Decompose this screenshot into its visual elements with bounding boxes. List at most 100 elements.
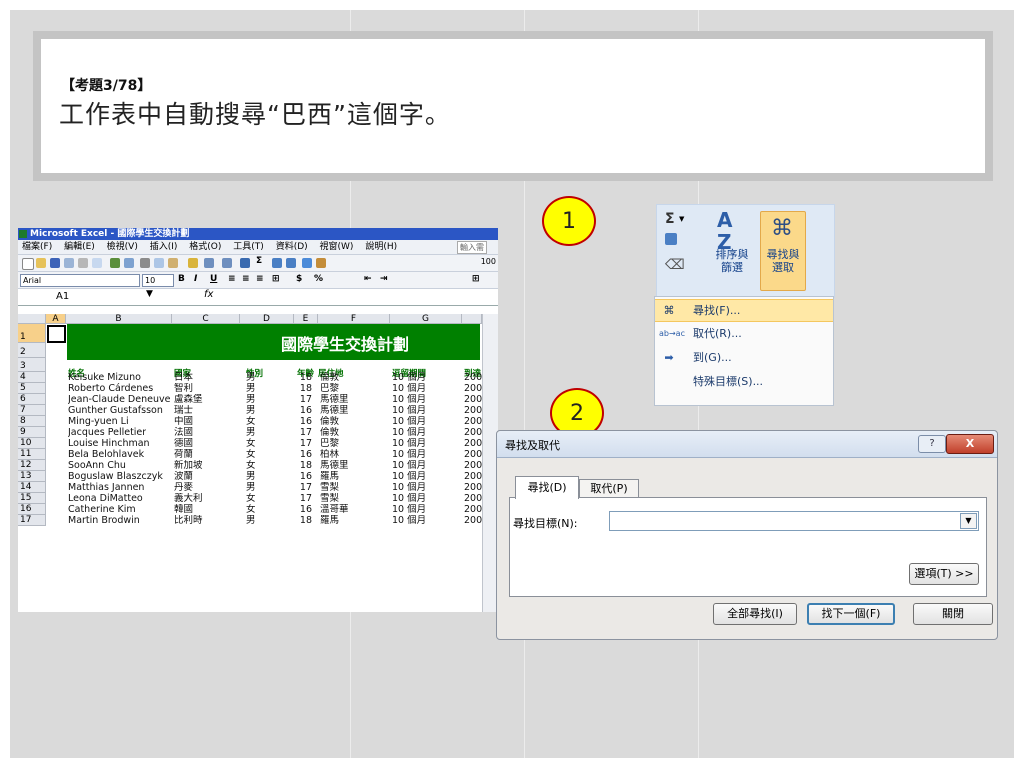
tab-replace[interactable]: 取代(P) (579, 479, 639, 498)
drawing-icon[interactable] (316, 258, 326, 268)
undo-icon[interactable] (204, 258, 214, 268)
print-icon[interactable] (78, 258, 88, 268)
decrease-indent-icon[interactable]: ⇤ (364, 274, 372, 284)
menu-file[interactable]: 檔案(F) (22, 242, 52, 252)
menu-item-goto[interactable]: ➡ 到(G)... (655, 347, 833, 368)
cell-city[interactable]: 倫敦 (320, 427, 339, 438)
font-name-box[interactable]: Arial (20, 274, 140, 287)
save-icon[interactable] (50, 258, 60, 268)
select-all-corner[interactable] (18, 314, 46, 324)
menu-edit[interactable]: 編輯(E) (64, 242, 95, 252)
row-header[interactable]: 17 (18, 515, 46, 526)
find-what-input[interactable]: ▼ (609, 511, 979, 531)
row-header[interactable]: 13 (18, 471, 46, 482)
italic-button[interactable]: I (194, 274, 197, 284)
print-preview-icon[interactable] (92, 258, 102, 268)
cell-name[interactable]: Boguslaw Blaszczyk (68, 471, 163, 482)
cell-duration[interactable]: 10 個月 (392, 482, 426, 493)
cell-gender[interactable]: 女 (246, 416, 256, 427)
cell-gender[interactable]: 女 (246, 493, 256, 504)
menu-item-goto-special[interactable]: 特殊目標(S)... (655, 371, 833, 392)
cell-arrival[interactable]: 200 (464, 383, 482, 394)
cell-age[interactable]: 17 (296, 427, 312, 438)
autosum-icon[interactable]: Σ (256, 256, 262, 266)
cell-age[interactable]: 16 (296, 416, 312, 427)
column-header-d[interactable]: D (240, 314, 294, 324)
cell-city[interactable]: 雪梨 (320, 482, 339, 493)
cell-name[interactable]: SooAnn Chu (68, 460, 126, 471)
cut-icon[interactable] (140, 258, 150, 268)
cell-name[interactable]: Gunther Gustafsson (68, 405, 163, 416)
percent-icon[interactable]: % (314, 274, 323, 284)
cell-name[interactable]: Jacques Pelletier (68, 427, 146, 438)
copy-icon[interactable] (154, 258, 164, 268)
name-box[interactable]: A1 (18, 290, 138, 303)
column-header-h[interactable] (462, 314, 482, 324)
cell-age[interactable]: 16 (296, 405, 312, 416)
column-header-e[interactable]: E (294, 314, 318, 324)
cell-country[interactable]: 波蘭 (174, 471, 193, 482)
menu-item-replace[interactable]: ab→ac 取代(R)... (655, 323, 833, 344)
find-all-button[interactable]: 全部尋找(I) (713, 603, 797, 625)
cell-name[interactable]: Jean-Claude Deneuve (68, 394, 170, 405)
cell-arrival[interactable]: 200 (464, 416, 482, 427)
cell-gender[interactable]: 男 (246, 383, 256, 394)
fill-icon[interactable] (665, 233, 677, 245)
column-header-a[interactable]: A (46, 314, 66, 324)
cell-name[interactable]: Martin Brodwin (68, 515, 140, 526)
menu-help[interactable]: 說明(H) (365, 242, 397, 252)
cell-name[interactable]: Bela Belohlavek (68, 449, 144, 460)
column-header-b[interactable]: B (66, 314, 172, 324)
cell-arrival[interactable]: 200 (464, 471, 482, 482)
cell-duration[interactable]: 10 個月 (392, 493, 426, 504)
options-button[interactable]: 選項(T) >> (909, 563, 979, 585)
new-file-icon[interactable] (22, 258, 34, 270)
research-icon[interactable] (124, 258, 134, 268)
zoom-box[interactable]: 100 (481, 257, 496, 266)
cell-arrival[interactable]: 200 (464, 515, 482, 526)
help-button[interactable]: ? (918, 435, 946, 453)
align-left-icon[interactable]: ≡ (228, 274, 236, 284)
menu-view[interactable]: 檢視(V) (107, 242, 138, 252)
cell-duration[interactable]: 10 個月 (392, 504, 426, 515)
cell-age[interactable]: 18 (296, 515, 312, 526)
find-next-button[interactable]: 找下一個(F) (807, 603, 895, 625)
cell-city[interactable]: 溫哥華 (320, 504, 349, 515)
name-box-dropdown-icon[interactable]: ▼ (146, 289, 153, 299)
cell-city[interactable]: 羅馬 (320, 471, 339, 482)
sort-descending-icon[interactable] (286, 258, 296, 268)
cell-name[interactable]: Roberto Cárdenes (68, 383, 153, 394)
menu-tools[interactable]: 工具(T) (233, 242, 264, 252)
menu-format[interactable]: 格式(O) (189, 242, 221, 252)
row-header[interactable]: 11 (18, 449, 46, 460)
cell-city[interactable]: 馬德里 (320, 460, 349, 471)
cell-city[interactable]: 羅馬 (320, 515, 339, 526)
format-painter-icon[interactable] (188, 258, 198, 268)
spelling-icon[interactable] (110, 258, 120, 268)
row-header[interactable]: 8 (18, 416, 46, 427)
chart-wizard-icon[interactable] (302, 258, 312, 268)
cell-arrival[interactable]: 200 (464, 394, 482, 405)
cell-duration[interactable]: 10 個月 (392, 438, 426, 449)
cell-name[interactable]: Ming-yuen Li (68, 416, 129, 427)
underline-button[interactable]: U (210, 274, 217, 284)
cell-duration[interactable]: 10 個月 (392, 460, 426, 471)
align-center-icon[interactable]: ≡ (242, 274, 250, 284)
merge-center-icon[interactable]: ⊞ (272, 274, 280, 284)
cell-age[interactable]: 18 (296, 372, 312, 383)
column-header-c[interactable]: C (172, 314, 240, 324)
cell-gender[interactable]: 男 (246, 394, 256, 405)
cell-country[interactable]: 法國 (174, 427, 193, 438)
cell-age[interactable]: 17 (296, 438, 312, 449)
cell-arrival[interactable]: 200 (464, 493, 482, 504)
cell-name[interactable]: Matthias Jannen (68, 482, 144, 493)
tab-find[interactable]: 尋找(D) (515, 476, 579, 499)
cell-arrival[interactable]: 200 (464, 504, 482, 515)
menu-item-find[interactable]: ⌘ 尋找(F)... (655, 299, 833, 322)
cell-name[interactable]: Louise Hinchman (68, 438, 150, 449)
cell-city[interactable]: 倫敦 (320, 372, 339, 383)
active-cell-a1[interactable] (47, 325, 66, 343)
cell-arrival[interactable]: 200 (464, 427, 482, 438)
cell-age[interactable]: 16 (296, 471, 312, 482)
close-icon[interactable]: X (946, 434, 994, 454)
